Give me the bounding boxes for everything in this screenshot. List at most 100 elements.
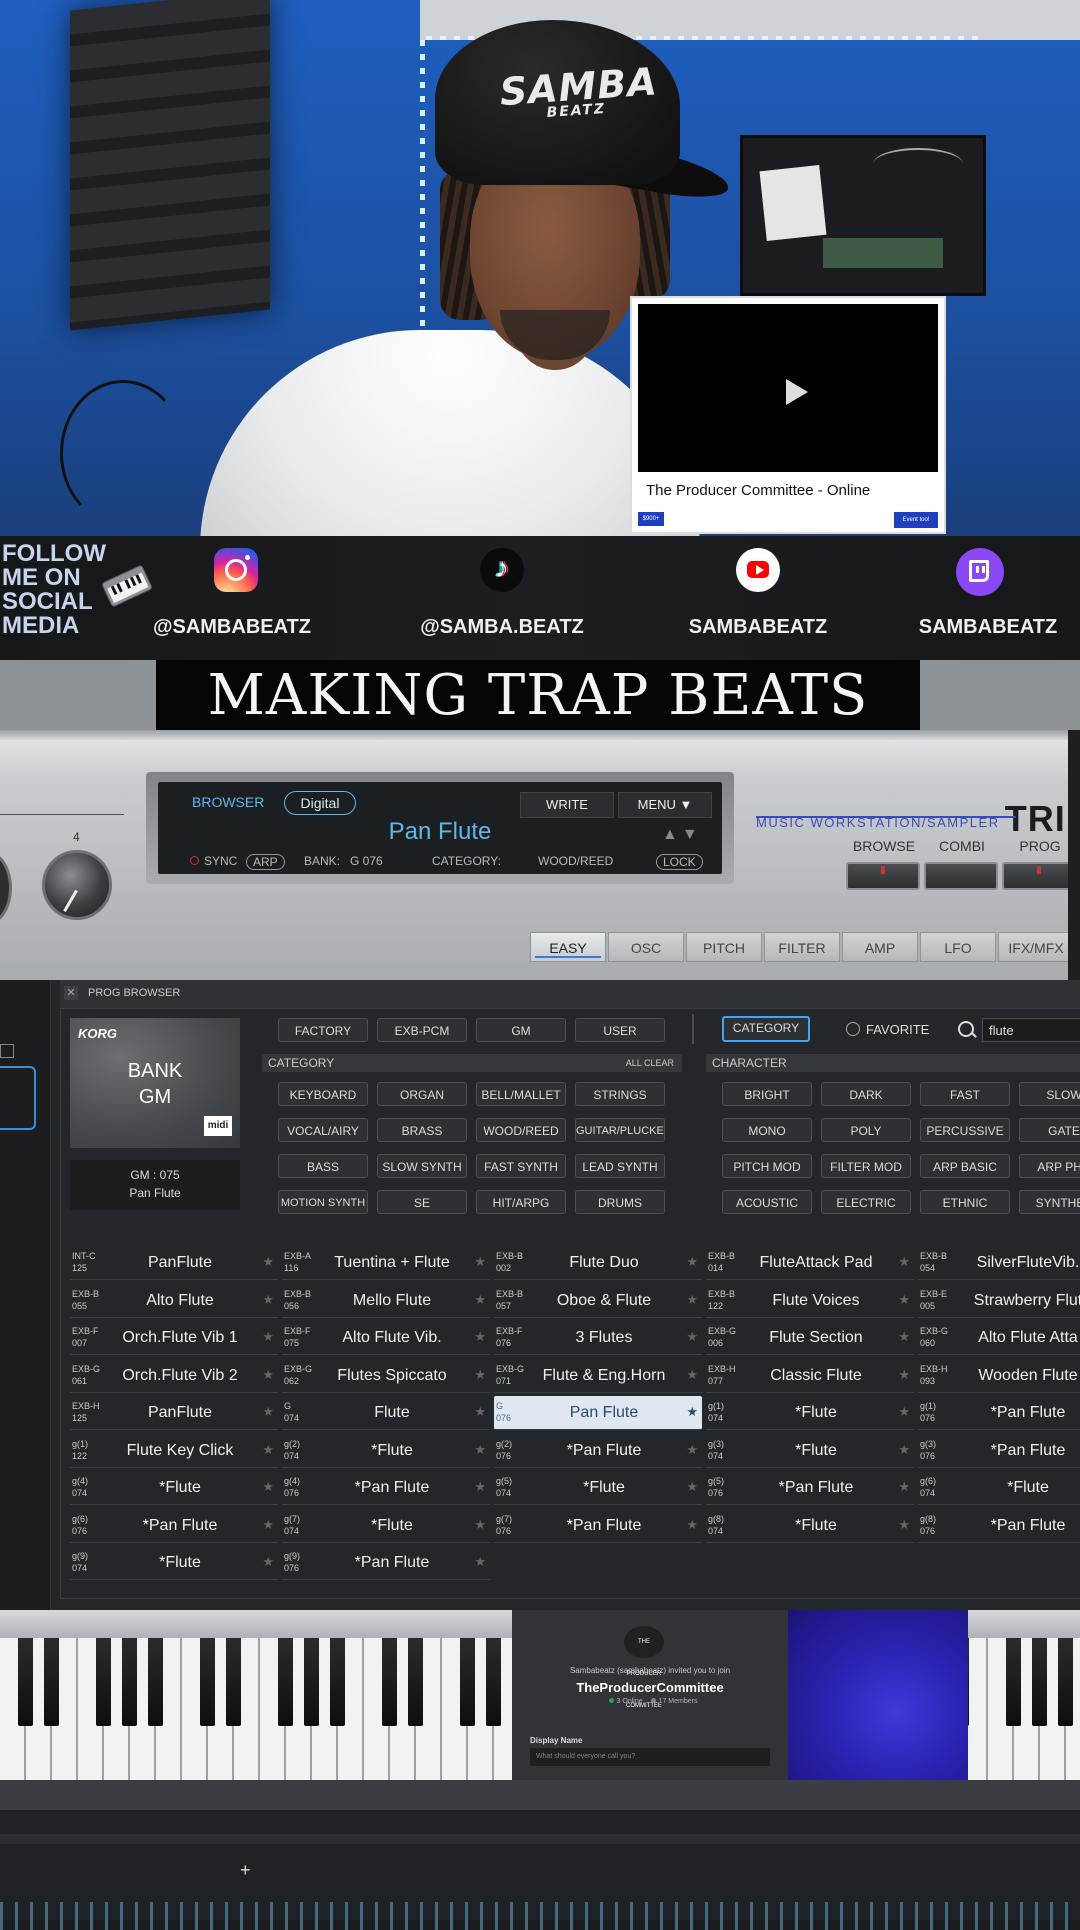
patch-arrows-icon[interactable]: ▲▼ [662,826,702,844]
character-button[interactable]: ARP PHR [1019,1154,1080,1178]
program-list-item[interactable]: EXB-B054SilverFluteVib.★ [918,1246,1080,1280]
character-button[interactable]: FILTER MOD [821,1154,911,1178]
category-button[interactable]: BELL/MALLET [476,1082,566,1106]
favorite-star-icon[interactable]: ★ [686,1517,698,1533]
category-button[interactable]: SE [377,1190,467,1214]
program-list-item[interactable]: INT-C 125 PanFlute ★ [70,1246,278,1280]
favorite-star-icon[interactable]: ★ [686,1479,698,1495]
favorite-star-icon[interactable]: ★ [686,1329,698,1345]
combi-mode-button[interactable] [924,862,998,890]
display-name-input[interactable]: What should everyone call you? [530,1748,770,1766]
program-list-item[interactable]: EXB-H 077 Classic Flute ★ [706,1359,914,1393]
category-button[interactable]: MOTION SYNTH [278,1190,368,1214]
black-key[interactable] [460,1638,475,1726]
category-button[interactable]: DRUMS [575,1190,665,1214]
twitch-handle[interactable]: SAMBABEATZ [878,616,1080,639]
black-key[interactable] [304,1638,319,1726]
character-button[interactable]: POLY [821,1118,911,1142]
character-button[interactable]: MONO [722,1118,812,1142]
favorite-star-icon[interactable]: ★ [474,1517,486,1533]
black-key[interactable] [18,1638,33,1726]
tab-ifx-mfx[interactable]: IFX/MFX [998,932,1074,962]
program-list-item[interactable]: EXB-B 122 Flute Voices ★ [706,1284,914,1318]
play-icon[interactable] [786,379,808,405]
favorite-star-icon[interactable]: ★ [898,1292,910,1308]
search-icon[interactable] [958,1021,974,1037]
favorite-star-icon[interactable]: ★ [262,1442,274,1458]
source-button-exb-pcm[interactable]: EXB-PCM [377,1018,467,1042]
character-button[interactable]: SLOW [1019,1082,1080,1106]
character-button[interactable]: FAST [920,1082,1010,1106]
program-list-item[interactable]: g(4) 074 *Flute ★ [70,1471,278,1505]
tab-amp[interactable]: AMP [842,932,918,962]
program-list-item[interactable]: EXB-E005Strawberry Flut★ [918,1284,1080,1318]
category-button[interactable]: ORGAN [377,1082,467,1106]
program-list-item[interactable]: g(9) 074 *Flute ★ [70,1546,278,1580]
favorite-star-icon[interactable]: ★ [474,1292,486,1308]
cta-button[interactable]: Event too! [894,512,938,528]
favorite-star-icon[interactable]: ★ [262,1292,274,1308]
program-list-item[interactable]: EXB-B 002 Flute Duo ★ [494,1246,702,1280]
favorite-star-icon[interactable]: ★ [686,1292,698,1308]
character-button[interactable]: DARK [821,1082,911,1106]
program-list-item[interactable]: g(5) 076 *Pan Flute ★ [706,1471,914,1505]
search-input[interactable] [982,1018,1080,1042]
mode-pill[interactable]: Digital [284,791,356,815]
favorite-star-icon[interactable]: ★ [898,1404,910,1420]
favorite-star-icon[interactable]: ★ [474,1329,486,1345]
source-button-factory[interactable]: FACTORY [278,1018,368,1042]
program-list-item[interactable]: EXB-G060Alto Flute Atta★ [918,1321,1080,1355]
favorite-star-icon[interactable]: ★ [474,1254,486,1270]
youtube-icon[interactable] [736,548,780,592]
program-list-item[interactable]: EXB-H 125 PanFlute ★ [70,1396,278,1430]
program-list-item[interactable]: g(4) 076 *Pan Flute ★ [282,1471,490,1505]
price-badge[interactable]: $900+ [638,512,664,526]
sync-label[interactable]: SYNC [204,854,237,868]
arp-toggle[interactable]: ARP [246,854,285,870]
program-list-item[interactable]: g(6)074*Flute★ [918,1471,1080,1505]
favorite-star-icon[interactable]: ★ [262,1517,274,1533]
knob[interactable] [42,850,112,920]
program-list-item[interactable]: EXB-G 006 Flute Section ★ [706,1321,914,1355]
program-list-item[interactable]: g(3)076*Pan Flute★ [918,1434,1080,1468]
black-key[interactable] [200,1638,215,1726]
program-list-item[interactable]: EXB-G 061 Orch.Flute Vib 2 ★ [70,1359,278,1393]
favorite-toggle[interactable]: FAVORITE [846,1022,929,1037]
black-key[interactable] [226,1638,241,1726]
favorite-star-icon[interactable]: ★ [898,1367,910,1383]
youtube-handle[interactable]: SAMBABEATZ [648,616,868,639]
program-list-item[interactable]: EXB-F 007 Orch.Flute Vib 1 ★ [70,1321,278,1355]
tiktok-handle[interactable]: @SAMBA.BEATZ [392,616,612,639]
program-list-item[interactable]: EXB-F 076 3 Flutes ★ [494,1321,702,1355]
program-list-item[interactable]: EXB-G 062 Flutes Spiccato ★ [282,1359,490,1393]
character-button[interactable]: PITCH MOD [722,1154,812,1178]
category-button[interactable]: VOCAL/AIRY [278,1118,368,1142]
program-list-item[interactable]: G 076 Pan Flute ★ [494,1396,702,1430]
character-button[interactable]: GATE [1019,1118,1080,1142]
knob[interactable] [0,850,12,926]
side-checkbox[interactable] [0,1044,14,1058]
black-key[interactable] [96,1638,111,1726]
source-button-user[interactable]: USER [575,1018,665,1042]
program-list-item[interactable]: g(8)076*Pan Flute★ [918,1509,1080,1543]
favorite-star-icon[interactable]: ★ [898,1329,910,1345]
character-button[interactable]: ELECTRIC [821,1190,911,1214]
tab-osc[interactable]: OSC [608,932,684,962]
instagram-icon[interactable] [214,548,258,592]
program-list-item[interactable]: g(2) 074 *Flute ★ [282,1434,490,1468]
category-button[interactable]: STRINGS [575,1082,665,1106]
black-key[interactable] [148,1638,163,1726]
lock-toggle[interactable]: LOCK [656,854,703,870]
favorite-star-icon[interactable]: ★ [474,1367,486,1383]
favorite-star-icon[interactable]: ★ [262,1479,274,1495]
favorite-star-icon[interactable]: ★ [898,1517,910,1533]
video-player[interactable] [638,304,938,472]
side-selector[interactable] [0,1066,36,1130]
category-button[interactable]: GUITAR/PLUCKED [575,1118,665,1142]
category-button[interactable]: FAST SYNTH [476,1154,566,1178]
favorite-star-icon[interactable]: ★ [262,1254,274,1270]
instagram-handle[interactable]: @SAMBABEATZ [122,616,342,639]
category-toggle[interactable]: CATEGORY [722,1016,810,1042]
prog-mode-button[interactable] [1002,862,1076,890]
black-key[interactable] [1058,1638,1073,1726]
